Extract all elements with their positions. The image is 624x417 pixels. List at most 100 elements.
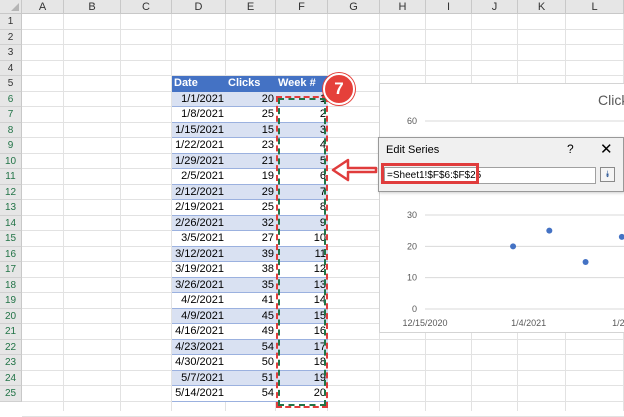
row-header-12[interactable]: 12 <box>0 184 22 200</box>
table-cell-date[interactable]: 2/12/2021 <box>172 184 226 200</box>
table-cell-date[interactable]: 4/9/2021 <box>172 308 226 324</box>
table-cell-clicks[interactable]: 39 <box>226 246 276 262</box>
row-header-14[interactable]: 14 <box>0 215 22 231</box>
table-cell-date[interactable]: 2/5/2021 <box>172 169 226 185</box>
row-header-8[interactable]: 8 <box>0 122 22 138</box>
table-cell-date[interactable]: 4/2/2021 <box>172 293 226 309</box>
row-header-3[interactable]: 3 <box>0 45 22 61</box>
column-header-g[interactable]: G <box>328 0 380 14</box>
row-header-16[interactable]: 16 <box>0 246 22 262</box>
row-header-23[interactable]: 23 <box>0 355 22 371</box>
spreadsheet-grid[interactable]: ABCDEFGHIJKL 1 2 3 4 5 6 7 8 9 10 11 12 13 14 15 16 17 18… <box>0 0 624 417</box>
column-header-e[interactable]: E <box>226 0 276 14</box>
row-header-22[interactable]: 22 <box>0 339 22 355</box>
gridline-horizontal <box>22 59 624 61</box>
table-cell-clicks[interactable]: 19 <box>226 169 276 185</box>
row-header-21[interactable]: 21 <box>0 324 22 340</box>
row-header-7[interactable]: 7 <box>0 107 22 123</box>
row-header-13[interactable]: 13 <box>0 200 22 216</box>
row-header-11[interactable]: 11 <box>0 169 22 185</box>
table-cell-date[interactable]: 1/1/2021 <box>172 91 226 107</box>
table-header-date[interactable]: Date <box>172 76 226 92</box>
row-header-9[interactable]: 9 <box>0 138 22 154</box>
table-cell-date[interactable]: 1/29/2021 <box>172 153 226 169</box>
column-header-c[interactable]: C <box>121 0 172 14</box>
table-cell-clicks[interactable]: 50 <box>226 355 276 371</box>
row-header-4[interactable]: 4 <box>0 60 22 76</box>
row-header-1[interactable]: 1 <box>0 14 22 30</box>
column-header-i[interactable]: I <box>426 0 472 14</box>
data-point[interactable] <box>582 259 589 265</box>
help-button[interactable]: ? <box>567 142 574 156</box>
table-cell-clicks[interactable]: 20 <box>226 91 276 107</box>
column-header-h[interactable]: H <box>380 0 426 14</box>
table-cell-clicks[interactable]: 54 <box>226 339 276 355</box>
gridline-vertical <box>120 14 121 411</box>
data-point[interactable] <box>618 233 624 240</box>
table-cell-clicks[interactable]: 23 <box>226 138 276 154</box>
column-header-d[interactable]: D <box>172 0 226 14</box>
table-cell-date[interactable]: 3/12/2021 <box>172 246 226 262</box>
column-header-b[interactable]: B <box>64 0 121 14</box>
table-cell-clicks[interactable]: 49 <box>226 324 276 340</box>
row-header-20[interactable]: 20 <box>0 308 22 324</box>
table-cell-clicks[interactable]: 15 <box>226 122 276 138</box>
row-header-25[interactable]: 25 <box>0 386 22 402</box>
select-all-corner[interactable] <box>0 0 22 14</box>
table-cell-date[interactable]: 5/14/2021 <box>172 386 226 402</box>
row-header-15[interactable]: 15 <box>0 231 22 247</box>
table-cell-clicks[interactable]: 25 <box>226 200 276 216</box>
table-cell-date[interactable]: 1/15/2021 <box>172 122 226 138</box>
table-header-week[interactable]: Week # <box>276 76 328 92</box>
table-cell-clicks[interactable]: 27 <box>226 231 276 247</box>
column-header-a[interactable]: A <box>22 0 64 14</box>
table-cell-clicks[interactable]: 21 <box>226 153 276 169</box>
data-point[interactable] <box>546 227 553 234</box>
y-tick-label: 30 <box>407 210 417 220</box>
highlight-box-week-column <box>276 96 328 408</box>
row-header-10[interactable]: 10 <box>0 153 22 169</box>
table-cell-clicks[interactable]: 25 <box>226 107 276 123</box>
step-badge: 7 <box>323 73 355 105</box>
x-tick-label: 1/24/2021 <box>612 318 624 328</box>
data-point[interactable] <box>510 243 517 250</box>
table-cell-clicks[interactable]: 51 <box>226 370 276 386</box>
column-header-f[interactable]: F <box>276 0 328 14</box>
row-header-17[interactable]: 17 <box>0 262 22 278</box>
table-cell-clicks[interactable]: 38 <box>226 262 276 278</box>
table-cell-date[interactable]: 3/5/2021 <box>172 231 226 247</box>
table-cell-date[interactable]: 4/30/2021 <box>172 355 226 371</box>
column-header-l[interactable]: L <box>566 0 624 14</box>
table-cell-date[interactable]: 4/23/2021 <box>172 339 226 355</box>
row-header-18[interactable]: 18 <box>0 277 22 293</box>
chart-plot-area: 6040302010012/15/20201/4/20211/24/20212/… <box>402 116 624 328</box>
table-cell-clicks[interactable]: 45 <box>226 308 276 324</box>
table-cell-clicks[interactable]: 41 <box>226 293 276 309</box>
table-cell-date[interactable]: 3/19/2021 <box>172 262 226 278</box>
row-header-2[interactable]: 2 <box>0 29 22 45</box>
table-cell-date[interactable]: 5/7/2021 <box>172 370 226 386</box>
table-cell-clicks[interactable]: 32 <box>226 215 276 231</box>
table-cell-date[interactable]: 2/26/2021 <box>172 215 226 231</box>
row-header-5[interactable]: 5 <box>0 76 22 92</box>
scatter-chart[interactable]: Clicks 6040302010012/15/20201/4/20211/24… <box>379 83 624 333</box>
table-header-clicks[interactable]: Clicks <box>226 76 276 92</box>
column-header-k[interactable]: K <box>518 0 566 14</box>
table-cell-date[interactable]: 2/19/2021 <box>172 200 226 216</box>
y-tick-label: 10 <box>407 273 417 283</box>
table-cell-date[interactable]: 4/16/2021 <box>172 324 226 340</box>
table-cell-clicks[interactable]: 54 <box>226 386 276 402</box>
column-header-j[interactable]: J <box>472 0 518 14</box>
table-cell-date[interactable]: 3/26/2021 <box>172 277 226 293</box>
table-cell-clicks[interactable]: 35 <box>226 277 276 293</box>
row-header-24[interactable]: 24 <box>0 370 22 386</box>
x-tick-label: 12/15/2020 <box>402 318 447 328</box>
close-button[interactable]: ✕ <box>600 140 613 158</box>
table-cell-date[interactable]: 1/22/2021 <box>172 138 226 154</box>
collapse-dialog-icon[interactable]: ⯯ <box>600 167 615 182</box>
table-cell-clicks[interactable]: 29 <box>226 184 276 200</box>
row-header-6[interactable]: 6 <box>0 91 22 107</box>
row-header-19[interactable]: 19 <box>0 293 22 309</box>
dialog-title: Edit Series <box>386 144 440 156</box>
table-cell-date[interactable]: 1/8/2021 <box>172 107 226 123</box>
